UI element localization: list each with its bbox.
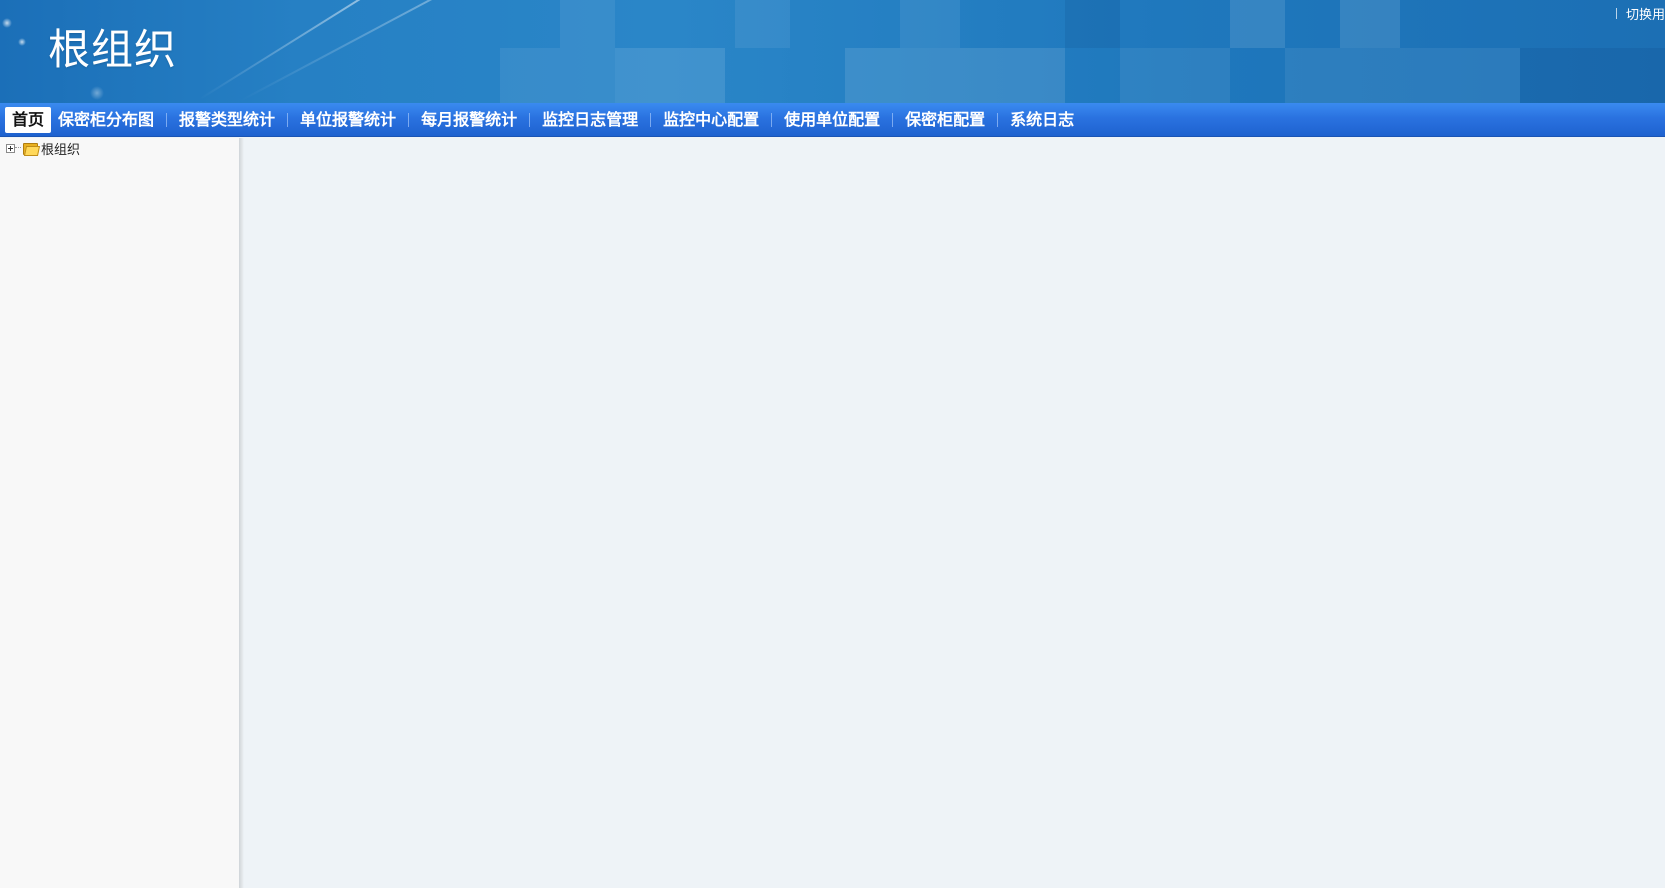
divider xyxy=(1615,7,1617,19)
app-window: 根组织 切换用 首页 保密柜分布图 报警类型统计 单位报警统计 每月报警统计 监… xyxy=(0,0,1665,888)
expand-plus-icon[interactable] xyxy=(6,143,15,153)
nav-item-monitor-center-config[interactable]: 监控中心配置 xyxy=(656,107,766,133)
banner-decoration xyxy=(1520,48,1665,103)
tree-node-label: 根组织 xyxy=(41,142,81,158)
nav-item-alarm-type-stats[interactable]: 报警类型统计 xyxy=(172,107,282,133)
nav-divider xyxy=(997,112,999,127)
tree-connector xyxy=(15,147,21,149)
nav-item-monthly-alarm-stats[interactable]: 每月报警统计 xyxy=(414,107,524,133)
folder-icon xyxy=(23,142,41,156)
banner-decoration xyxy=(1285,48,1520,103)
sidebar-tree-panel xyxy=(0,138,239,888)
nav-divider xyxy=(650,112,652,127)
banner-decoration xyxy=(90,86,104,100)
banner-decoration xyxy=(2,18,12,28)
nav-divider xyxy=(287,112,289,127)
nav-item-unit-config[interactable]: 使用单位配置 xyxy=(777,107,887,133)
switch-user-link[interactable]: 切换用 xyxy=(1626,4,1665,23)
page-title: 根组织 xyxy=(48,25,178,74)
banner-decoration xyxy=(18,38,26,46)
nav-item-cabinet-config[interactable]: 保密柜配置 xyxy=(898,107,992,133)
nav-divider xyxy=(408,112,410,127)
nav-divider xyxy=(771,112,773,127)
banner-decoration xyxy=(1230,0,1285,48)
header-banner: 根组织 切换用 xyxy=(0,0,1665,103)
nav-item-unit-alarm-stats[interactable]: 单位报警统计 xyxy=(293,107,403,133)
banner-decoration xyxy=(1065,0,1120,48)
nav-item-monitor-log[interactable]: 监控日志管理 xyxy=(535,107,645,133)
nav-item-cabinet-map[interactable]: 保密柜分布图 xyxy=(51,107,161,133)
nav-divider xyxy=(529,112,531,127)
nav-divider xyxy=(892,112,894,127)
nav-item-home[interactable]: 首页 xyxy=(5,106,52,133)
banner-decoration xyxy=(500,48,615,103)
main-content xyxy=(244,138,1665,888)
banner-decoration xyxy=(560,0,615,48)
main-nav: 首页 保密柜分布图 报警类型统计 单位报警统计 每月报警统计 监控日志管理 监控… xyxy=(0,103,1665,137)
top-right-links: 切换用 xyxy=(1615,4,1665,23)
banner-decoration xyxy=(845,48,955,103)
banner-decoration xyxy=(1340,0,1400,48)
nav-divider xyxy=(166,112,168,127)
banner-decoration xyxy=(615,48,725,103)
banner-decoration xyxy=(1120,48,1230,103)
nav-item-system-log[interactable]: 系统日志 xyxy=(1003,107,1081,133)
banner-decoration xyxy=(735,0,790,48)
tree-node-root[interactable]: 根组织 xyxy=(6,139,81,158)
banner-decoration xyxy=(955,48,1065,103)
banner-decoration xyxy=(900,0,960,48)
